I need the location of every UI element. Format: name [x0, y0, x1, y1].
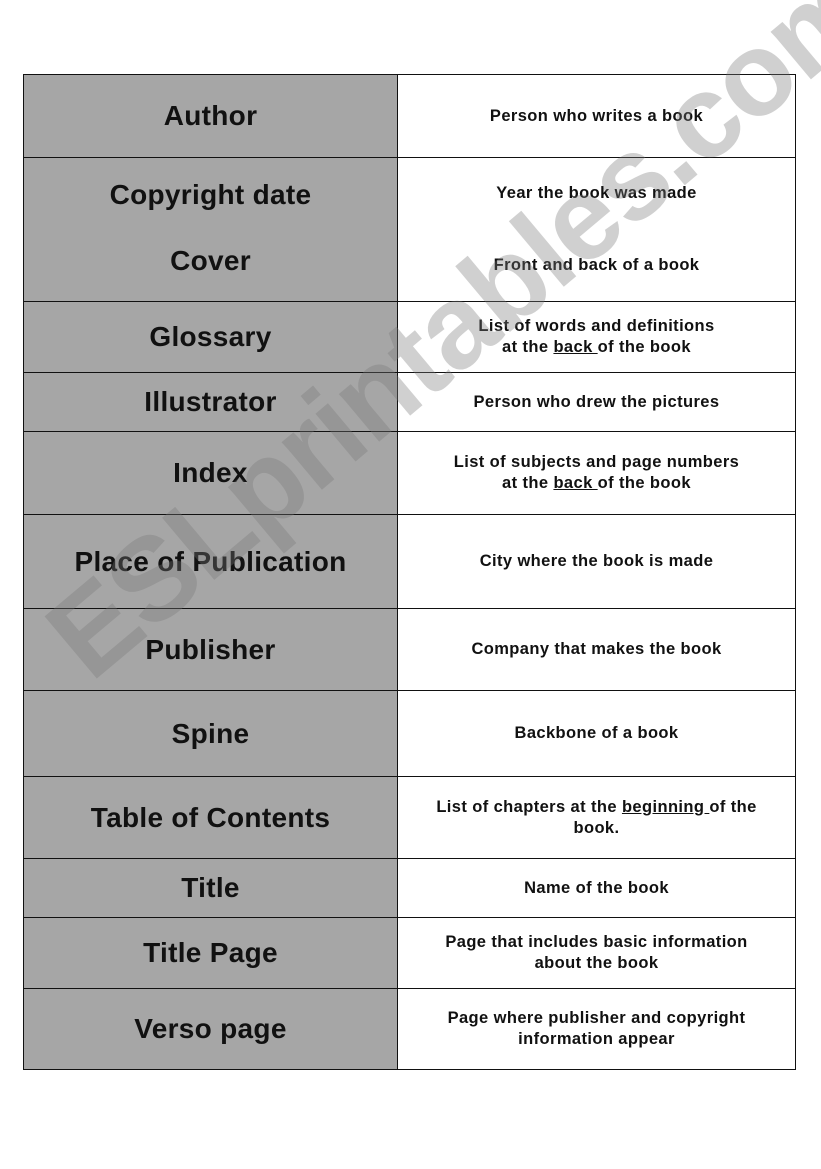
definition-glossary-line1: List of words and definitions: [478, 317, 715, 335]
term-cell: Author: [23, 74, 398, 158]
definition-text: at the: [502, 474, 554, 492]
definition-index-line2: at the back of the book: [398, 473, 795, 494]
term-author: Author: [163, 100, 258, 131]
table-row: Illustrator Person who drew the pictures: [23, 372, 796, 432]
definition-cell: Person who writes a book: [397, 74, 796, 158]
definition-illustrator: Person who drew the pictures: [473, 392, 720, 411]
term-cell: Table of Contents: [23, 776, 398, 859]
underlined-word: back: [553, 338, 598, 356]
table-row: Author Person who writes a book: [23, 74, 796, 158]
definition-title-page-line2: about the book: [534, 954, 659, 972]
definition-text: List of chapters at the: [436, 797, 622, 816]
vocabulary-table: Author Person who writes a book Copyrigh…: [23, 74, 796, 1070]
definition-cell: City where the book is made: [397, 514, 796, 609]
definition-spine: Backbone of a book: [514, 724, 679, 742]
definition-cell: List of words and definitions at the bac…: [397, 301, 796, 373]
definition-text: of the book: [597, 338, 691, 356]
definition-copyright-date: Year the book was made: [496, 184, 697, 202]
definition-title-page-line1: Page that includes basic information: [445, 933, 748, 951]
table-row: Spine Backbone of a book: [23, 690, 796, 777]
term-cell: Title: [23, 858, 398, 918]
term-cell: Illustrator: [23, 372, 398, 432]
table-row: Glossary List of words and definitions a…: [23, 301, 796, 373]
definition-cell: Name of the book: [397, 858, 796, 918]
table-row: Title Page Page that includes basic info…: [23, 917, 796, 989]
term-verso-page: Verso page: [134, 1013, 287, 1044]
underlined-word: back: [553, 474, 598, 492]
definition-cell: List of subjects and page numbers at the…: [397, 431, 796, 515]
table-row: Title Name of the book: [23, 858, 796, 918]
definition-toc-line2: book.: [573, 818, 620, 837]
definition-cell: List of chapters at the beginning of the…: [397, 776, 796, 859]
term-cell: Place of Publication: [23, 514, 398, 609]
definition-cell: Page where publisher and copyright infor…: [397, 988, 796, 1070]
underlined-word: beginning: [621, 797, 710, 816]
term-glossary: Glossary: [149, 321, 272, 352]
definition-cell: Person who drew the pictures: [397, 372, 796, 432]
term-definition-table: Author Person who writes a book Copyrigh…: [23, 74, 796, 1070]
definition-verso-line1: Page where publisher and copyright: [447, 1009, 746, 1027]
term-spine: Spine: [171, 717, 250, 749]
term-publisher: Publisher: [145, 633, 276, 665]
definition-cell: Backbone of a book: [397, 690, 796, 777]
definition-text: of the book: [597, 474, 691, 492]
table-row: Index List of subjects and page numbers …: [23, 431, 796, 515]
definition-author: Person who writes a book: [489, 106, 704, 125]
definition-title: Name of the book: [524, 878, 669, 897]
term-cell: Spine: [23, 690, 398, 777]
term-cell: Publisher: [23, 608, 398, 691]
term-copyright-date: Copyright date: [109, 178, 312, 210]
definition-text: of the: [709, 797, 757, 816]
definition-cell: Company that makes the book: [397, 608, 796, 691]
definition-cell: Page that includes basic information abo…: [397, 917, 796, 989]
term-cell: Glossary: [23, 301, 398, 373]
term-cell: Copyright date Cover: [23, 157, 398, 302]
table-row: Table of Contents List of chapters at th…: [23, 776, 796, 859]
term-cover: Cover: [170, 244, 251, 276]
term-index: Index: [173, 457, 248, 488]
definition-verso-line2: information appear: [518, 1030, 675, 1048]
table-row: Place of Publication City where the book…: [23, 514, 796, 609]
term-cell: Index: [23, 431, 398, 515]
definition-index-line1: List of subjects and page numbers: [453, 453, 740, 471]
term-cell: Title Page: [23, 917, 398, 989]
definition-publisher: Company that makes the book: [471, 640, 722, 658]
definition-toc-line1: List of chapters at the beginning of the: [398, 797, 795, 818]
table-row: Verso page Page where publisher and copy…: [23, 988, 796, 1070]
term-cell: Verso page: [23, 988, 398, 1070]
definition-cell: Year the book was made Front and back of…: [397, 157, 796, 302]
term-title: Title: [181, 872, 240, 903]
table-row: Publisher Company that makes the book: [23, 608, 796, 691]
term-illustrator: Illustrator: [144, 386, 277, 417]
term-place-of-publication: Place of Publication: [74, 545, 347, 577]
definition-text: at the: [502, 338, 554, 356]
definition-glossary-line2: at the back of the book: [398, 337, 795, 358]
definition-cover: Front and back of a book: [493, 256, 700, 274]
term-table-of-contents: Table of Contents: [90, 801, 331, 833]
table-row: Copyright date Cover Year the book was m…: [23, 157, 796, 302]
term-title-page: Title Page: [143, 937, 278, 968]
definition-place-of-publication: City where the book is made: [479, 552, 714, 570]
